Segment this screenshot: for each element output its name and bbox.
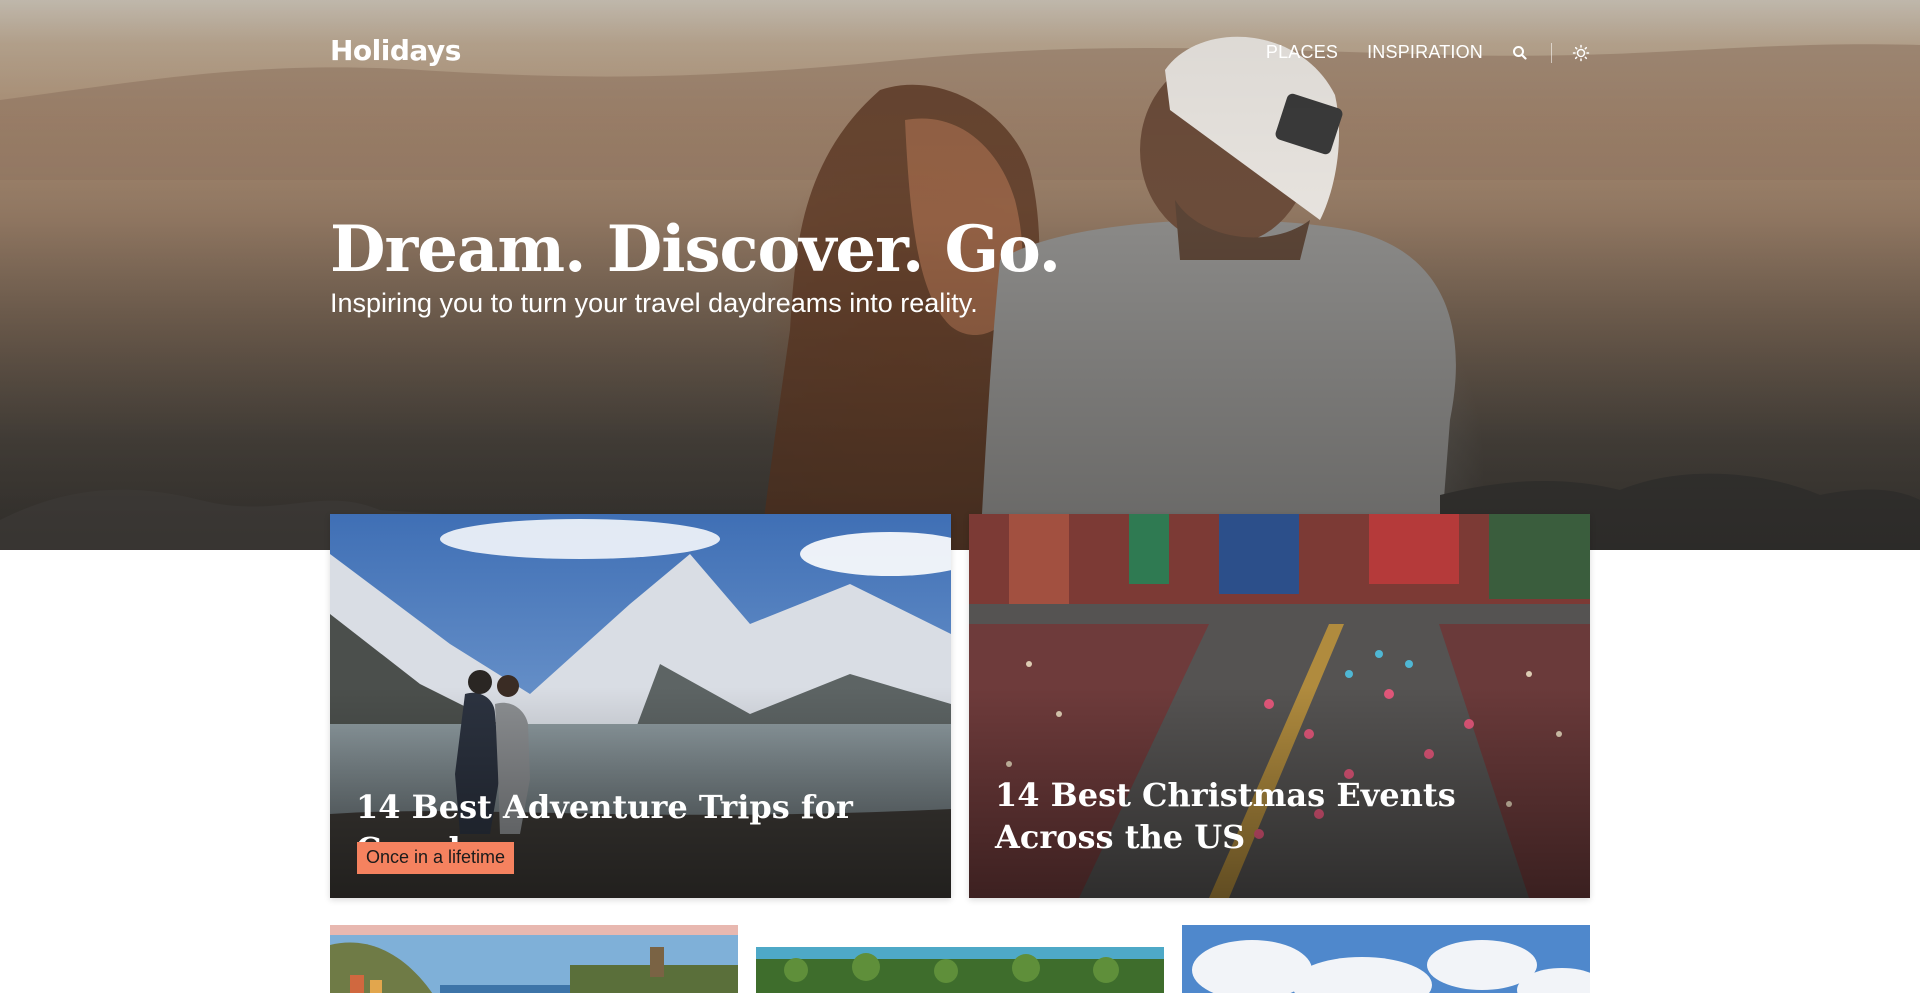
hero-subtitle: Inspiring you to turn your travel daydre… bbox=[330, 288, 978, 318]
featured-card-adventure[interactable]: 14 Best Adventure Trips for Couples Once… bbox=[330, 514, 951, 898]
featured-card-christmas[interactable]: 14 Best Christmas Events Across the US bbox=[969, 514, 1590, 898]
main-nav: PLACES INSPIRATION bbox=[1237, 42, 1590, 63]
nav-divider bbox=[1551, 42, 1552, 63]
card-image-clouds bbox=[1182, 925, 1590, 993]
sun-icon[interactable] bbox=[1572, 44, 1590, 62]
card-image-tropical bbox=[756, 925, 1164, 993]
site-logo[interactable]: Holidays bbox=[330, 34, 461, 67]
search-icon[interactable] bbox=[1511, 44, 1529, 62]
card-image-coastal-village bbox=[330, 925, 738, 993]
article-card[interactable] bbox=[330, 925, 738, 993]
site-header: Holidays PLACES INSPIRATION bbox=[330, 34, 1590, 74]
nav-inspiration[interactable]: INSPIRATION bbox=[1367, 42, 1483, 63]
category-badge[interactable]: Once in a lifetime bbox=[357, 842, 515, 874]
nav-places[interactable]: PLACES bbox=[1266, 42, 1338, 63]
article-card[interactable] bbox=[1182, 925, 1590, 993]
card-title: 14 Best Christmas Events Across the US bbox=[995, 776, 1456, 856]
hero-title: Dream. Discover. Go. bbox=[330, 212, 1061, 287]
article-card[interactable] bbox=[756, 925, 1164, 993]
